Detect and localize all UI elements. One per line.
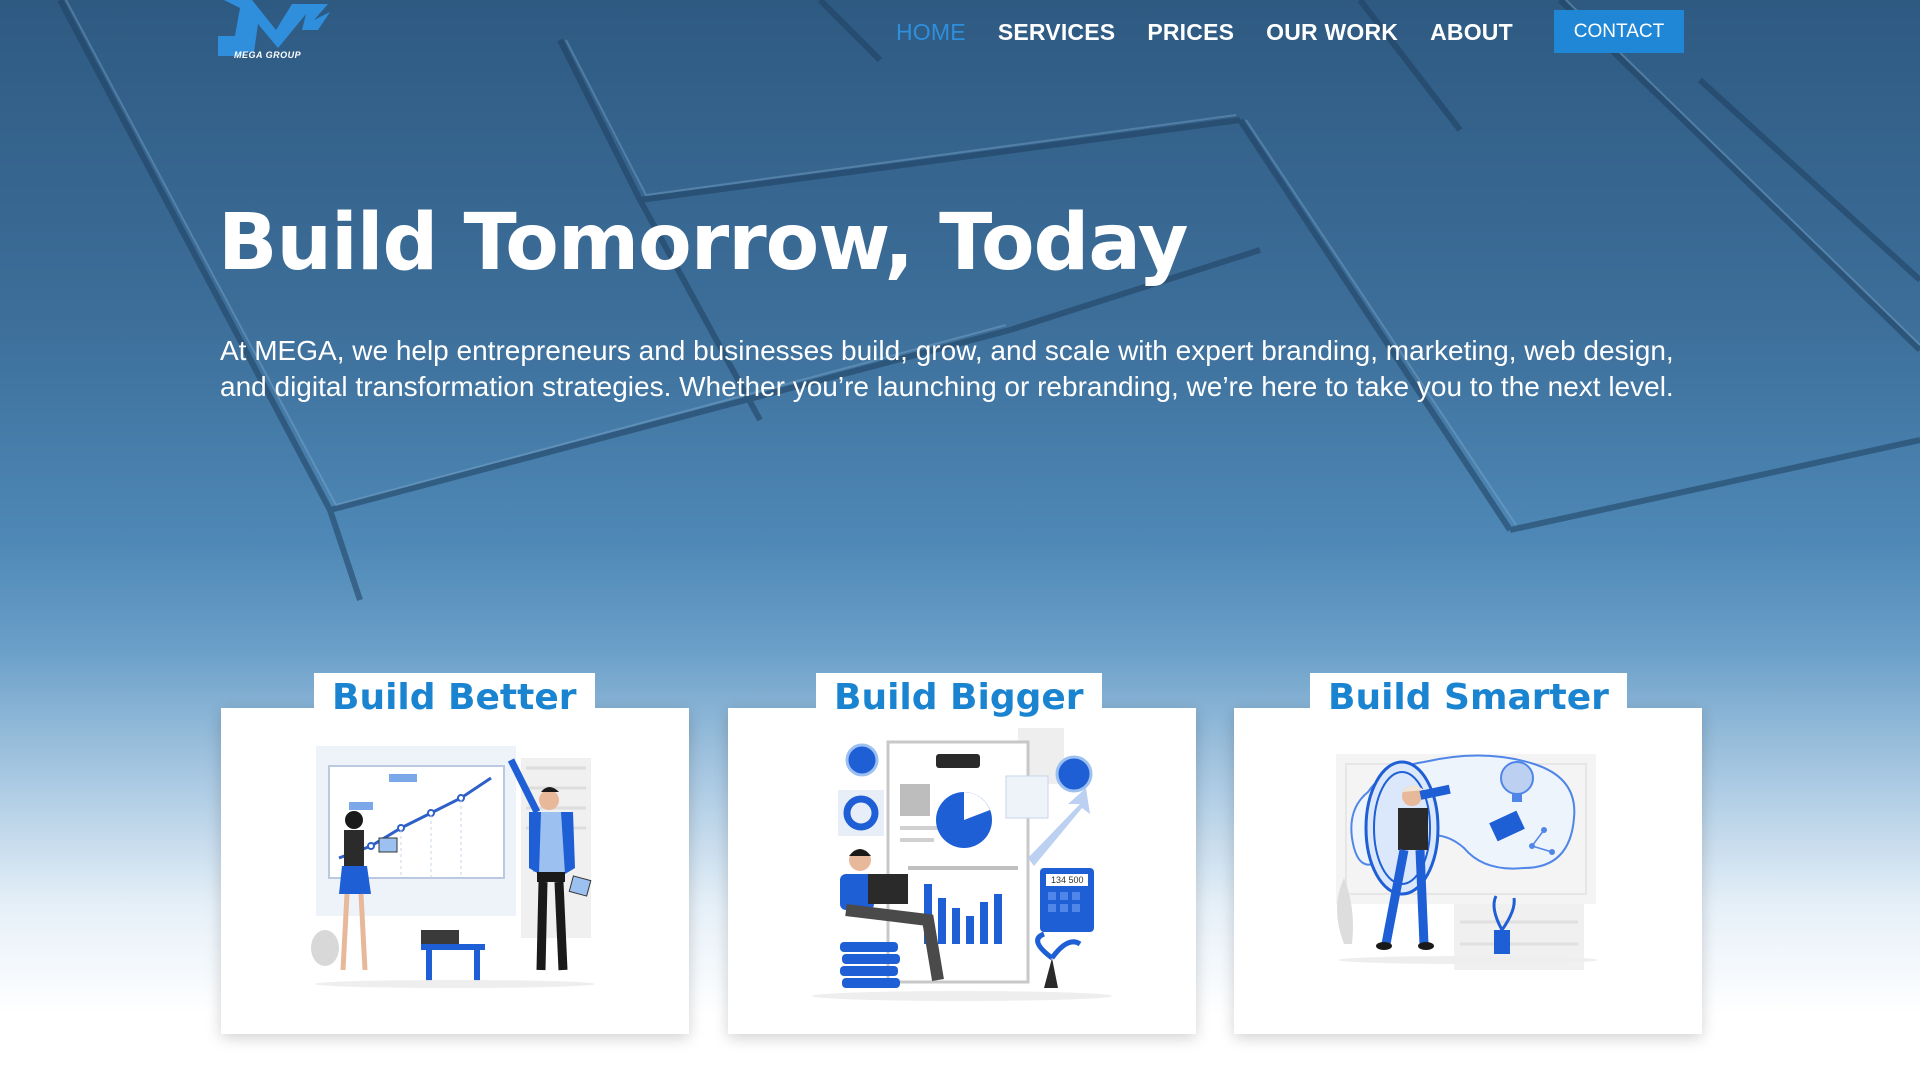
card-title-tab: Build Smarter [1310,673,1627,721]
nav-services[interactable]: SERVICES [998,19,1116,46]
calculator-display: 134 500 [1051,875,1084,885]
nav-home[interactable]: HOME [896,19,966,46]
nav-prices[interactable]: PRICES [1147,19,1234,46]
card-title: Build Bigger [834,676,1084,718]
card-title-tab: Build Better [314,673,595,721]
main-nav: HOME SERVICES PRICES OUR WORK ABOUT [896,10,1513,54]
hero-description: At MEGA, we help entrepreneurs and busin… [220,335,1674,402]
hero-title: Build Tomorrow, Today [218,198,1188,288]
card-build-bigger[interactable]: 134 500 Build Bigger [728,673,1196,1034]
growth-analytics-illustration: 134 500 [812,728,1112,1001]
vision-ideas-illustration [1336,754,1598,970]
card-build-better[interactable]: Build Better [221,673,689,1034]
contact-button[interactable]: CONTACT [1554,10,1684,53]
logo-text: MEGA GROUP [234,50,302,60]
card-title-tab: Build Bigger [816,673,1102,721]
nav-our-work[interactable]: OUR WORK [1266,19,1398,46]
card-title: Build Smarter [1328,676,1609,718]
card-title: Build Better [332,676,577,718]
nav-about[interactable]: ABOUT [1430,19,1513,46]
card-build-smarter[interactable]: Build Smarter [1234,673,1702,1034]
team-presentation-illustration [311,746,595,988]
